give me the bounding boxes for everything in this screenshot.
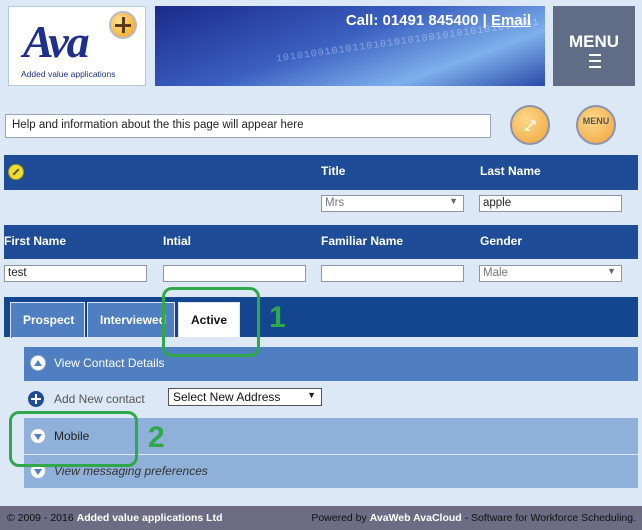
- last-name-value: apple: [483, 197, 512, 209]
- copyright-text: © 2009 - 2016: [7, 512, 74, 524]
- last-name-label: Last Name: [480, 164, 541, 178]
- view-contact-label: View Contact Details: [54, 356, 165, 370]
- gender-label: Gender: [480, 234, 523, 248]
- address-select[interactable]: Select New Address ▼: [168, 388, 322, 406]
- add-new-contact-link[interactable]: Add New contact: [54, 392, 145, 406]
- form-header-row-1: Title Last Name: [4, 155, 638, 190]
- collapse-up-icon: [30, 355, 46, 371]
- edit-pencil-icon[interactable]: [8, 164, 24, 180]
- title-value: Mrs: [325, 197, 345, 209]
- menu-round-icon: MENU: [582, 116, 610, 126]
- view-contact-details-bar[interactable]: View Contact Details: [24, 347, 638, 381]
- form-header-row-2: First Name Intial Familiar Name Gender: [4, 225, 638, 259]
- footer: © 2009 - 2016 Added value applications L…: [0, 506, 642, 530]
- hamburger-icon: [589, 54, 601, 72]
- annotation-box-2: [9, 411, 138, 467]
- email-link[interactable]: Email: [491, 12, 531, 29]
- separator: |: [482, 12, 487, 29]
- initial-label: Intial: [163, 234, 192, 248]
- annotation-number-1: 1: [269, 301, 286, 334]
- menu-button[interactable]: MENU: [553, 6, 635, 86]
- menu-label: MENU: [568, 32, 620, 51]
- logo-text: Ava: [23, 16, 90, 67]
- product-name: AvaWeb AvaCloud: [369, 512, 462, 524]
- footer-powered: Powered by AvaWeb AvaCloud - Software fo…: [311, 512, 636, 524]
- help-text-box: Help and information about the this page…: [5, 114, 491, 138]
- menu-round-button[interactable]: MENU: [576, 105, 616, 145]
- contact-line: Call: 01491 845400 | Email: [346, 12, 531, 29]
- powered-by-text: Powered by: [311, 512, 367, 524]
- company-name: Added value applications Ltd: [76, 512, 223, 524]
- first-name-label: First Name: [4, 234, 67, 248]
- title-label: Title: [321, 164, 346, 178]
- chevron-down-icon: ▼: [307, 390, 316, 400]
- chevron-down-icon: ▼: [449, 196, 458, 206]
- gender-value: Male: [483, 267, 508, 279]
- address-select-value: Select New Address: [173, 390, 281, 404]
- footer-copyright: © 2009 - 2016 Added value applications L…: [7, 512, 222, 524]
- logo-tagline: Added value applications: [21, 69, 116, 79]
- tab-prospect[interactable]: Prospect: [10, 302, 85, 338]
- annotation-number-2: 2: [148, 421, 165, 454]
- familiar-name-label: Familiar Name: [321, 234, 404, 248]
- familiar-name-field[interactable]: [321, 265, 464, 282]
- logo[interactable]: Ava Added value applications: [8, 6, 146, 86]
- header-banner: 10101001010110101010100101010101010101 C…: [155, 6, 545, 86]
- first-name-value: test: [8, 267, 27, 279]
- add-icon[interactable]: [28, 391, 44, 407]
- plus-icon: [109, 11, 137, 39]
- last-name-field[interactable]: apple: [479, 195, 622, 212]
- title-select[interactable]: Mrs ▼: [321, 195, 464, 212]
- expand-button[interactable]: ⤢: [510, 105, 550, 145]
- call-number: Call: 01491 845400: [345, 12, 479, 29]
- chevron-down-icon: ▼: [607, 266, 616, 276]
- first-name-field[interactable]: test: [4, 265, 147, 282]
- expand-icon: ⤢: [524, 117, 536, 133]
- initial-field[interactable]: [163, 265, 306, 282]
- gender-select[interactable]: Male ▼: [479, 265, 622, 282]
- footer-tagline: - Software for Workforce Scheduling.: [461, 512, 636, 524]
- annotation-box-1: [162, 287, 260, 357]
